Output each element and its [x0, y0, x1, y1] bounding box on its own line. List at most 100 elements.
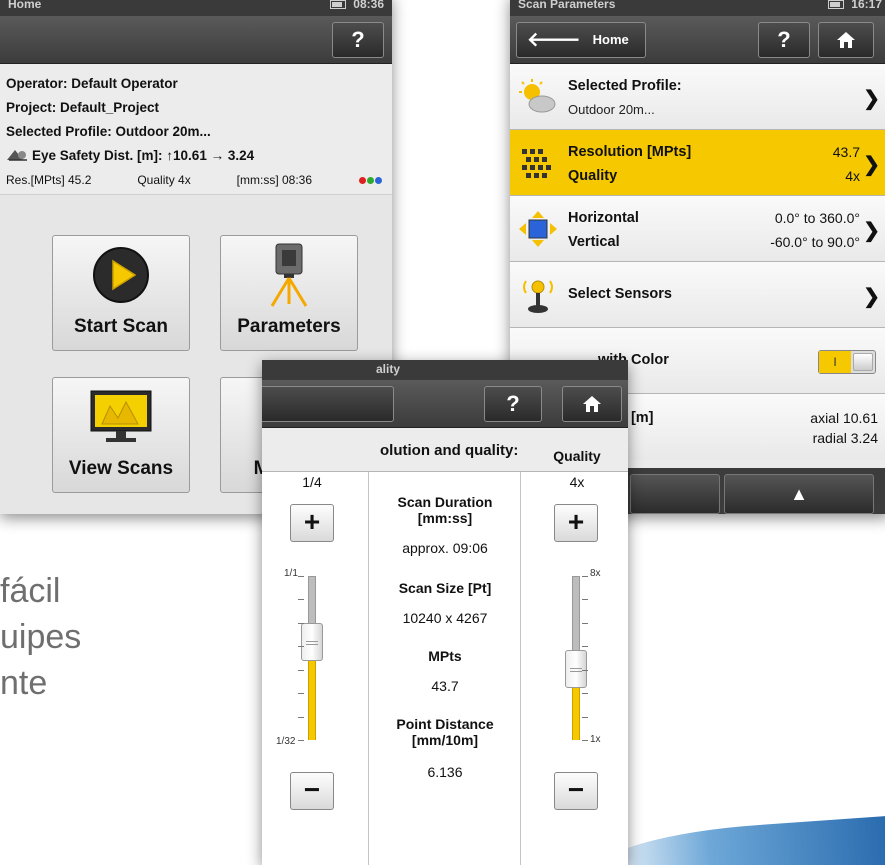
toggle-on-indicator: I — [819, 351, 851, 373]
resolution-grid-icon — [516, 142, 560, 184]
help-button[interactable]: ? — [332, 22, 384, 58]
profile-value: Outdoor 20m... — [568, 102, 655, 117]
status-title: Scan Parameters — [518, 0, 616, 11]
resolution-plus-button[interactable]: + — [290, 504, 334, 542]
slider-tick — [582, 576, 588, 577]
mpts-value: 43.7 — [431, 678, 459, 694]
color-toggle[interactable]: I — [818, 350, 876, 374]
resolution-slider-knob[interactable] — [301, 622, 323, 661]
slider-tick — [582, 599, 588, 601]
monitor-icon — [53, 386, 189, 448]
profile-label: Selected Profile: — [568, 78, 682, 94]
bottom-left-button[interactable] — [630, 474, 720, 514]
home-icon — [583, 396, 601, 412]
triangle-up-icon: ▲ — [790, 484, 808, 504]
back-arrow-icon: 🡐 — [527, 29, 581, 51]
toolbar: ? — [262, 380, 628, 428]
resolution-quality-panel: 1/4 + 1/1 1/32 − Scan Duration [mm:ss] a… — [262, 448, 628, 865]
status-bar: ality — [262, 360, 628, 380]
view-scans-label: View Scans — [68, 458, 174, 479]
resolution-quality-row[interactable]: Resolution [MPts] Quality 43.7 4x ❯ — [510, 130, 885, 196]
resolution-top-tick: 1/1 — [284, 568, 298, 579]
profile-label: Selected Profile: Outdoor 20m... — [6, 124, 211, 139]
scan-area-row[interactable]: Horizontal Vertical 0.0° to 360.0° -60.0… — [510, 196, 885, 262]
scan-size-value: 10240 x 4267 — [402, 610, 488, 626]
resolution-minus-button[interactable]: − — [290, 772, 334, 810]
background-line-1: fácil — [0, 572, 61, 610]
home-button[interactable] — [818, 22, 874, 58]
resolution-label: Resolution [MPts] — [568, 144, 692, 160]
slider-tick — [582, 740, 588, 741]
select-sensors-row[interactable]: Select Sensors ❯ — [510, 262, 885, 328]
operator-label: Operator: Default Operator — [6, 76, 178, 91]
quality-value: 4x — [845, 168, 860, 184]
slider-tick — [298, 576, 304, 577]
slider-tick — [582, 646, 588, 648]
selected-profile-row[interactable]: Selected Profile: Outdoor 20m... ❯ — [510, 64, 885, 130]
background-swoosh — [592, 813, 885, 865]
chevron-right-icon: ❯ — [863, 220, 880, 242]
quality-value: 4x — [569, 474, 585, 490]
status-title: ality — [376, 362, 401, 376]
slider-tick — [298, 646, 304, 648]
background-line-3: nte — [0, 664, 48, 702]
resolution-quality-screen: ality ? olution and quality: 1/4 + 1/1 1… — [262, 360, 628, 865]
status-right: 08:36 — [329, 0, 384, 11]
sensor-dots-icon — [358, 168, 382, 192]
column-divider — [368, 472, 369, 865]
eye-safety-label: Eye Safety Dist. [m]: ↑10.61 → 3.24 — [32, 148, 255, 163]
select-sensors-label: Select Sensors — [568, 286, 672, 302]
background-line-2: uipes — [0, 618, 82, 656]
scan-duration-label: Scan Duration [mm:ss] — [397, 494, 493, 526]
help-button[interactable]: ? — [758, 22, 810, 58]
scan-info-panel: Operator: Default Operator Project: Defa… — [0, 64, 392, 192]
scan-duration-value: approx. 09:06 — [402, 540, 488, 556]
axial-distance: axial 10.61 — [810, 410, 878, 426]
mpts-label: MPts — [428, 648, 462, 664]
horizontal-value: 0.0° to 360.0° — [774, 210, 860, 226]
quality-plus-button[interactable]: + — [554, 504, 598, 542]
slider-tick — [298, 716, 304, 718]
slider-tick — [582, 716, 588, 718]
home-button[interactable] — [562, 386, 622, 422]
time-summary: [mm:ss] 08:36 — [236, 173, 313, 187]
toolbar: ? — [0, 16, 392, 64]
point-distance-label: Point Distance [mm/10m] — [396, 716, 494, 748]
status-title: Home — [8, 0, 42, 11]
background-text: fácil uipes nte — [0, 568, 81, 706]
horizontal-label: Horizontal — [568, 210, 639, 226]
slider-tick — [298, 599, 304, 601]
resolution-value: 1/4 — [302, 474, 322, 490]
chevron-right-icon: ❯ — [863, 286, 880, 308]
slider-tick — [582, 693, 588, 695]
vertical-label: Vertical — [568, 234, 620, 250]
weather-icon — [516, 76, 560, 118]
resolution-summary: Res.[MPts] 45.2 — [6, 173, 92, 187]
status-bar: Home 08:36 — [0, 0, 392, 16]
quality-summary: Quality 4x — [137, 173, 191, 187]
quality-label: Quality — [568, 168, 618, 184]
resolution-bottom-tick: 1/32 — [276, 736, 296, 747]
battery-icon — [827, 0, 844, 9]
status-time: 08:36 — [353, 0, 384, 11]
quality-minus-button[interactable]: − — [554, 772, 598, 810]
point-distance-value: 6.136 — [427, 764, 463, 780]
start-scan-button[interactable]: Start Scan — [52, 235, 190, 351]
back-button[interactable] — [262, 386, 394, 422]
help-button[interactable]: ? — [484, 386, 542, 422]
toggle-knob — [853, 353, 873, 371]
quality-title: Quality — [553, 448, 601, 464]
slider-tick — [582, 622, 588, 624]
scroll-up-button[interactable]: ▲ — [724, 474, 874, 514]
sensor-antenna-icon — [516, 274, 560, 316]
parameters-label: Parameters — [237, 316, 341, 337]
view-scans-button[interactable]: View Scans — [52, 377, 190, 493]
status-bar: Scan Parameters 16:17 — [510, 0, 885, 16]
status-time: 16:17 — [851, 0, 882, 11]
radial-distance: radial 3.24 — [812, 430, 878, 446]
slider-tick — [582, 669, 588, 671]
home-back-button[interactable]: 🡐 Home — [516, 22, 646, 58]
parameters-button[interactable]: Parameters — [220, 235, 358, 351]
resolution-value: 43.7 — [832, 144, 860, 160]
scan-size-label: Scan Size [Pt] — [398, 580, 492, 596]
